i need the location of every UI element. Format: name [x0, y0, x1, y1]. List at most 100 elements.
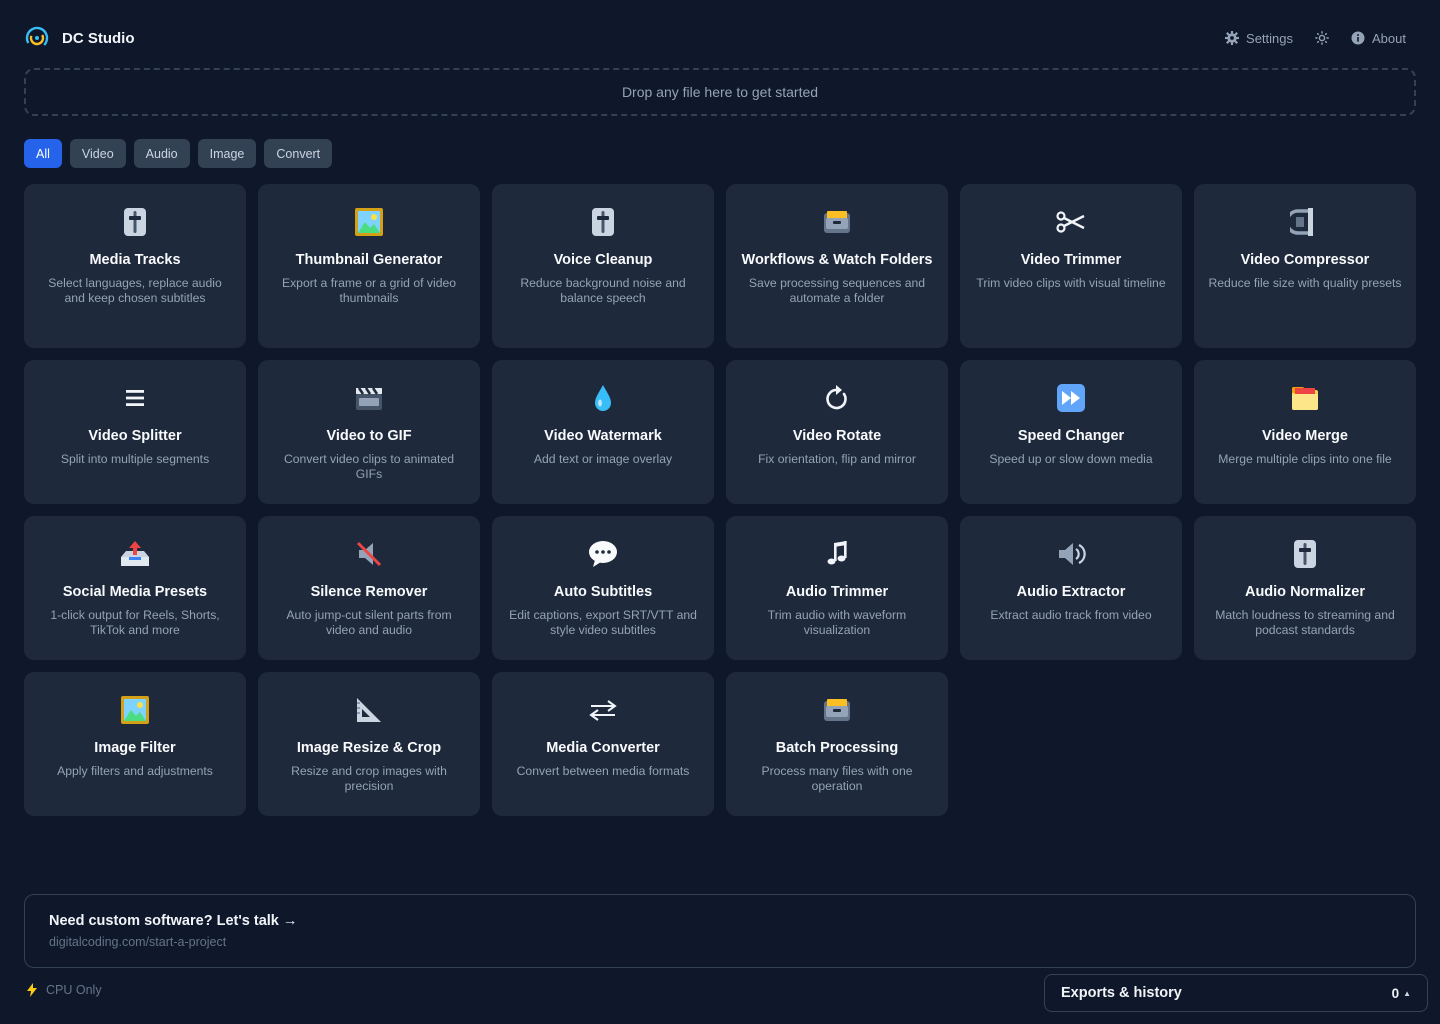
tool-title: Media Converter — [546, 740, 660, 756]
filter-audio[interactable]: Audio — [133, 139, 190, 168]
tool-title: Audio Trimmer — [785, 584, 889, 600]
tool-title: Video Watermark — [544, 428, 662, 444]
tool-description: Reduce file size with quality presets — [1208, 276, 1402, 290]
fast-forward-icon — [1055, 382, 1087, 414]
card-box-icon — [821, 694, 853, 726]
scissors-icon — [1055, 206, 1087, 238]
filter-video[interactable]: Video — [69, 139, 126, 168]
settings-label: Settings — [1246, 30, 1294, 46]
tools-grid: Media Tracks Select languages, replace a… — [24, 184, 1416, 816]
filter-image[interactable]: Image — [197, 139, 257, 168]
tool-description: Reduce background noise and balance spee… — [520, 276, 686, 305]
tool-card-video-splitter[interactable]: Video Splitter Split into multiple segme… — [24, 360, 246, 504]
tool-card-thumbnail-generator[interactable]: Thumbnail Generator Export a frame or a … — [258, 184, 480, 348]
tool-card-audio-extractor[interactable]: Audio Extractor Extract audio track from… — [960, 516, 1182, 660]
tool-title: Speed Changer — [1017, 428, 1125, 444]
app-header: DC Studio Settings About — [24, 24, 1416, 52]
exports-count: 0 — [1391, 985, 1400, 1001]
tool-description: Fix orientation, flip and mirror — [758, 452, 916, 466]
tool-title: Video Merge — [1262, 428, 1348, 444]
cpu-label: CPU Only — [46, 983, 102, 997]
tool-description: 1-click output for Reels, Shorts, TikTok… — [50, 608, 220, 637]
tool-description: Apply filters and adjustments — [57, 764, 213, 778]
dc-studio-logo — [25, 26, 49, 50]
tool-card-image-filter[interactable]: Image Filter Apply filters and adjustmen… — [24, 672, 246, 816]
sliders-icon — [1289, 538, 1321, 570]
clamp-icon — [1289, 206, 1321, 238]
tool-card-audio-trimmer[interactable]: Audio Trimmer Trim audio with waveform v… — [726, 516, 948, 660]
tool-card-video-rotate[interactable]: Video Rotate Fix orientation, flip and m… — [726, 360, 948, 504]
tool-card-video-compressor[interactable]: Video Compressor Reduce file size with q… — [1194, 184, 1416, 348]
tool-description: Save processing sequences and automate a… — [748, 276, 926, 305]
tool-card-social-media-presets[interactable]: Social Media Presets 1-click output for … — [24, 516, 246, 660]
tool-card-audio-normalizer[interactable]: Audio Normalizer Match loudness to strea… — [1194, 516, 1416, 660]
triangle-ruler-icon — [353, 694, 385, 726]
tool-title: Image Filter — [94, 740, 176, 756]
tool-card-speed-changer[interactable]: Speed Changer Speed up or slow down medi… — [960, 360, 1182, 504]
tool-description: Merge multiple clips into one file — [1218, 452, 1392, 466]
tool-description: Edit captions, export SRT/VTT and style … — [509, 608, 697, 637]
tool-card-video-watermark[interactable]: Video Watermark Add text or image overla… — [492, 360, 714, 504]
tool-title: Thumbnail Generator — [295, 252, 443, 268]
menu-lines-icon — [119, 382, 151, 414]
banner-link[interactable]: digitalcoding.com/start-a-project — [49, 935, 1391, 949]
droplet-icon — [587, 382, 619, 414]
custom-software-banner[interactable]: Need custom software? Let's talk → digit… — [24, 894, 1416, 968]
tool-card-video-to-gif[interactable]: Video to GIF Convert video clips to anim… — [258, 360, 480, 504]
tool-card-media-tracks[interactable]: Media Tracks Select languages, replace a… — [24, 184, 246, 348]
tool-title: Video to GIF — [326, 428, 412, 444]
caret-up-icon: ▲ — [1403, 988, 1411, 998]
tool-title: Voice Cleanup — [553, 252, 653, 268]
tool-description: Extract audio track from video — [990, 608, 1152, 622]
tool-title: Video Rotate — [792, 428, 882, 444]
tool-card-video-merge[interactable]: Video Merge Merge multiple clips into on… — [1194, 360, 1416, 504]
outbox-tray-icon — [119, 538, 151, 570]
tool-title: Social Media Presets — [62, 584, 208, 600]
tool-card-auto-subtitles[interactable]: Auto Subtitles Edit captions, export SRT… — [492, 516, 714, 660]
file-dropzone[interactable]: Drop any file here to get started — [24, 68, 1416, 116]
cpu-status: CPU Only — [26, 983, 102, 997]
banner-title: Need custom software? Let's talk → — [49, 913, 298, 929]
sliders-icon — [587, 206, 619, 238]
tool-title: Video Compressor — [1240, 252, 1370, 268]
filter-all[interactable]: All — [24, 139, 62, 168]
framed-picture-icon — [119, 694, 151, 726]
filter-convert[interactable]: Convert — [264, 139, 333, 168]
tool-card-media-converter[interactable]: Media Converter Convert between media fo… — [492, 672, 714, 816]
tool-card-image-resize-crop[interactable]: Image Resize & Crop Resize and crop imag… — [258, 672, 480, 816]
tool-description: Speed up or slow down media — [989, 452, 1153, 466]
tool-card-voice-cleanup[interactable]: Voice Cleanup Reduce background noise an… — [492, 184, 714, 348]
tool-card-silence-remover[interactable]: Silence Remover Auto jump-cut silent par… — [258, 516, 480, 660]
tool-card-batch-processing[interactable]: Batch Processing Process many files with… — [726, 672, 948, 816]
tool-card-workflows[interactable]: Workflows & Watch Folders Save processin… — [726, 184, 948, 348]
sun-icon — [1315, 31, 1329, 45]
clapper-icon — [353, 382, 385, 414]
header-actions: Settings About — [1225, 31, 1416, 46]
tool-description: Trim video clips with visual timeline — [976, 276, 1166, 290]
tool-description: Match loudness to streaming and podcast … — [1215, 608, 1395, 637]
about-button[interactable]: About — [1351, 31, 1406, 46]
tool-description: Convert between media formats — [516, 764, 690, 778]
category-filters: All Video Audio Image Convert — [24, 139, 333, 168]
rotate-icon — [821, 382, 853, 414]
exports-history-panel[interactable]: Exports & history 0 ▲ — [1044, 974, 1428, 1012]
tool-description: Add text or image overlay — [533, 452, 673, 466]
tool-title: Audio Normalizer — [1244, 584, 1366, 600]
app-name: DC Studio — [62, 29, 135, 47]
tool-title: Batch Processing — [775, 740, 899, 756]
tool-description: Export a frame or a grid of video thumbn… — [281, 276, 457, 305]
tool-title: Video Splitter — [88, 428, 182, 444]
muted-speaker-icon — [353, 538, 385, 570]
card-box-icon — [821, 206, 853, 238]
brand[interactable]: DC Studio — [24, 25, 135, 51]
tool-title: Video Trimmer — [1020, 252, 1122, 268]
speaker-icon — [1055, 538, 1087, 570]
tool-card-video-trimmer[interactable]: Video Trimmer Trim video clips with visu… — [960, 184, 1182, 348]
lightning-icon — [27, 983, 37, 997]
info-icon — [1351, 31, 1365, 45]
theme-toggle-button[interactable] — [1315, 31, 1329, 45]
settings-button[interactable]: Settings — [1225, 31, 1293, 46]
about-label: About — [1372, 30, 1406, 46]
tool-description: Process many files with one operation — [761, 764, 913, 793]
tool-title: Media Tracks — [89, 252, 181, 268]
